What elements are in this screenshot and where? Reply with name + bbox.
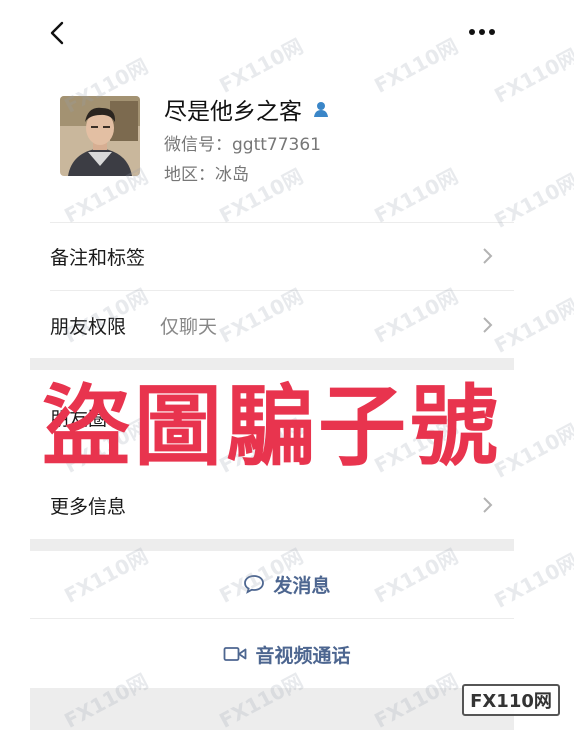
remarks-and-tags-row[interactable]: 备注和标签 (0, 223, 574, 289)
chevron-right-icon (483, 248, 493, 264)
audio-video-call-label: 音视频通话 (255, 644, 351, 667)
more-options-icon[interactable] (462, 22, 502, 42)
profile-name: 尽是他乡之客 (164, 99, 302, 125)
male-gender-icon (314, 102, 328, 117)
row-value: 仅聊天 (160, 315, 218, 338)
video-icon (224, 647, 247, 661)
scam-warning-stamp: 盜圖騙子號 (42, 375, 503, 478)
fx110-logo: FX110网 (462, 684, 560, 716)
row-label: 更多信息 (50, 495, 127, 518)
row-label: 备注和标签 (50, 246, 146, 269)
chevron-right-icon (483, 497, 493, 513)
divider (30, 618, 514, 619)
section-gap (30, 358, 514, 370)
region: 地区：冰岛 (164, 165, 249, 185)
back-arrow-icon[interactable] (42, 16, 76, 50)
wechat-id: 微信号：ggtt77361 (164, 135, 321, 155)
name-row: 尽是他乡之客 (164, 92, 330, 126)
